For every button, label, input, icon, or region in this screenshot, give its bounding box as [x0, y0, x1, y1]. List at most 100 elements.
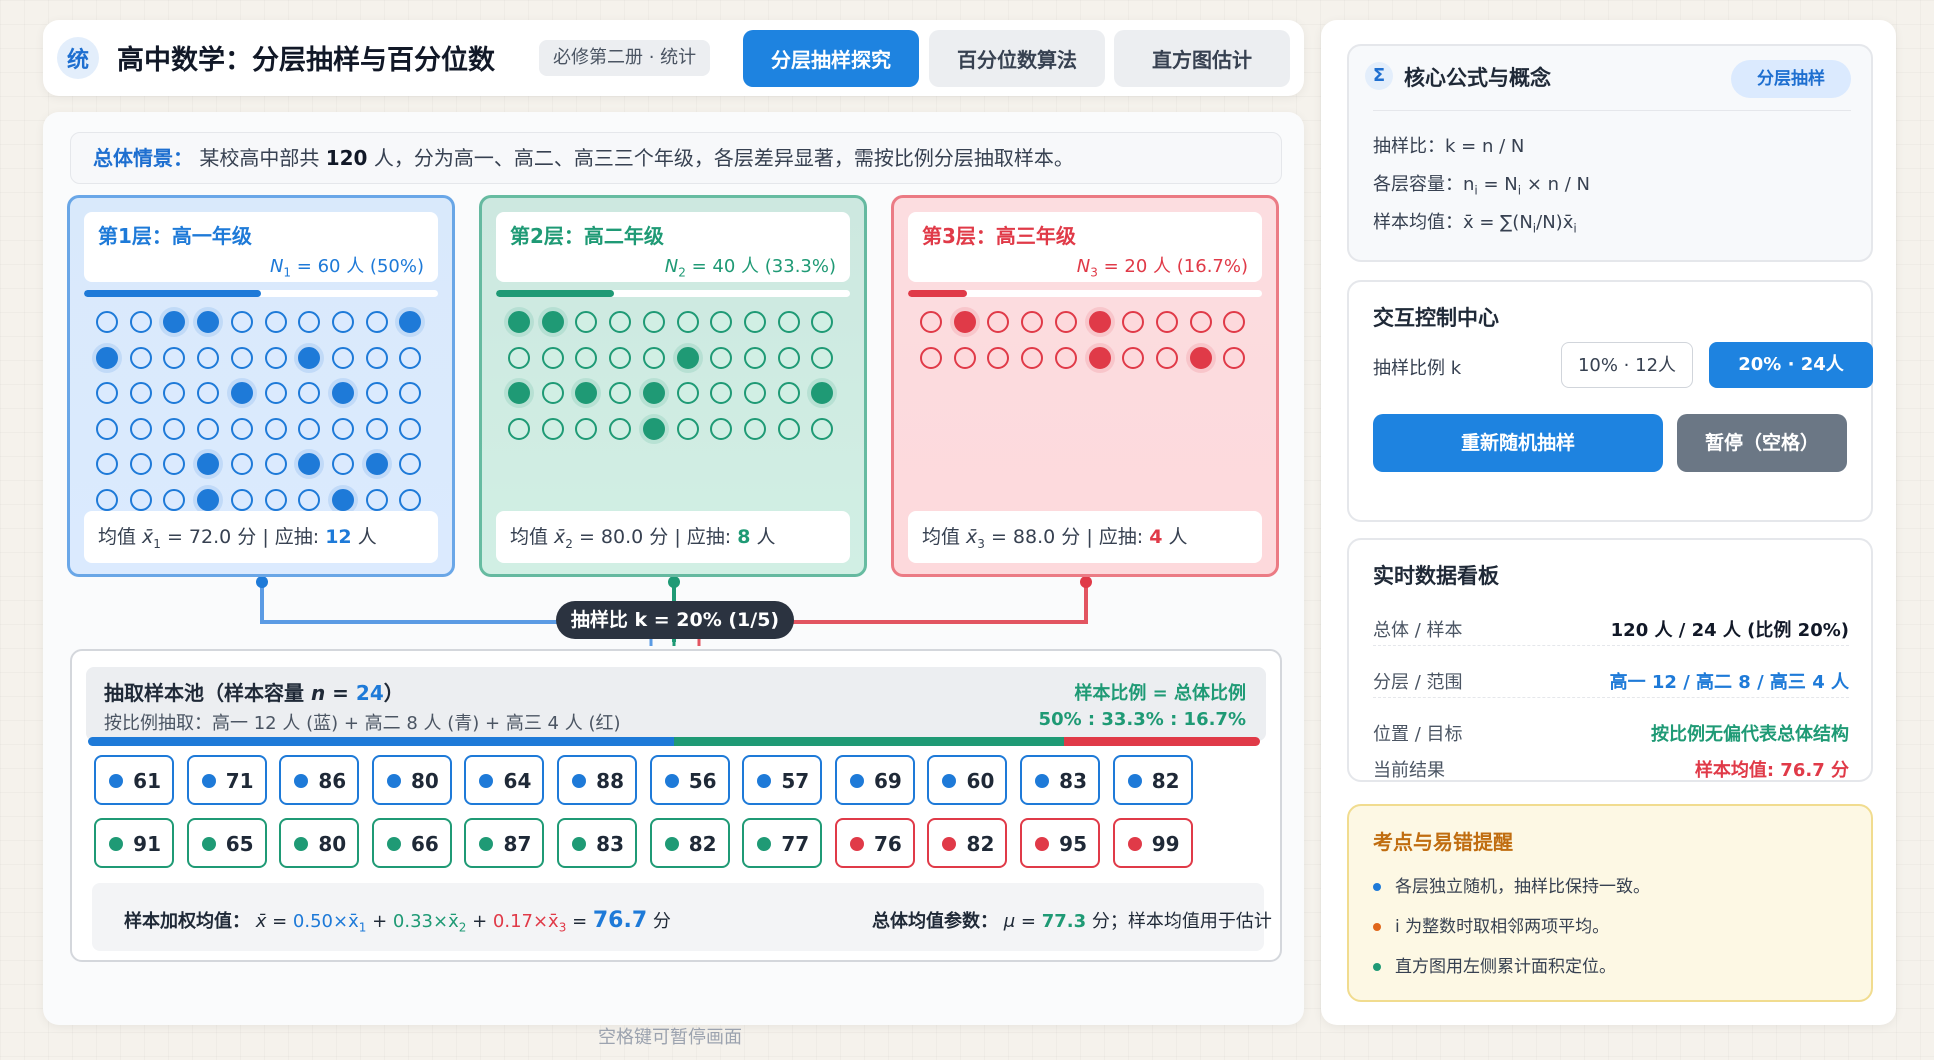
pop-mu: μ	[1003, 911, 1016, 932]
sample-chip: 91	[94, 818, 174, 868]
population-dot	[508, 417, 530, 440]
population-dot	[331, 346, 354, 369]
population-dot	[1122, 346, 1145, 369]
chip-dot	[386, 837, 401, 851]
population-dot	[508, 346, 530, 369]
population-dot	[676, 346, 699, 369]
chip-dot	[201, 774, 216, 788]
population-dot	[365, 417, 388, 440]
layer-count-var: N	[664, 256, 679, 277]
layer-draw-count: 4	[1149, 526, 1163, 548]
population-dot	[508, 311, 530, 333]
pool-bar-blue	[88, 737, 674, 746]
dashboard-value: 按比例无偏代表总体结构	[1651, 724, 1849, 745]
right-sidebar: Σ 核心公式与概念 分层抽样 抽样比：k = n / N 各层容量：ni = N…	[1321, 20, 1896, 1025]
chip-value: 80	[318, 832, 347, 856]
layer-count: N1 = 60 人 (50%)	[270, 252, 424, 280]
population-dot	[920, 346, 942, 369]
tab-stratified-sampling[interactable]: 分层抽样探究	[743, 30, 919, 87]
population-dot	[230, 346, 253, 369]
controls-title: 交互控制中心	[1373, 306, 1499, 330]
population-dot	[575, 311, 598, 333]
sample-chip: 82	[649, 818, 730, 868]
pool-footer: 样本加权均值： x̄ = 0.50×x̄1 + 0.33×x̄2 + 0.17×…	[92, 883, 1272, 951]
population-dot	[163, 382, 186, 404]
tab-histogram[interactable]: 直方图估计	[1114, 30, 1290, 87]
layer-count-text: = 60 人 (50%)	[291, 256, 424, 277]
layer-mean-sub: 1	[153, 536, 161, 551]
f2b: = N	[1477, 174, 1518, 195]
sample-chip: 56	[649, 755, 730, 805]
pool-title-eq: =	[325, 681, 356, 705]
chip-value: 91	[133, 832, 161, 856]
sample-chip: 82	[927, 818, 1008, 868]
resample-button[interactable]: 重新随机抽样	[1373, 414, 1663, 472]
layer-proportion-bar	[908, 290, 1262, 297]
weighted-mean: 样本加权均值： x̄ = 0.50×x̄1 + 0.33×x̄2 + 0.17×…	[124, 907, 671, 935]
chip-value: 86	[318, 769, 347, 793]
chip-dot	[1127, 837, 1142, 851]
layer-title: 第3层：高三年级	[922, 224, 1076, 248]
layer-footer: 均值 x̄3 = 88.0 分 | 应抽: 4 人	[908, 511, 1262, 563]
tips-title: 考点与易错提醒	[1373, 830, 1513, 854]
layer-mean-text: = 72.0 分 | 应抽:	[160, 526, 326, 548]
layer-proportion-bar	[84, 290, 438, 297]
weighted-x: x̄	[255, 911, 267, 932]
pool-title-text: 抽取样本池（样本容量	[104, 681, 311, 705]
population-dot	[163, 346, 186, 369]
tip-text: 直方图用左侧累计面积定位。	[1395, 957, 1616, 977]
population-dot	[197, 311, 220, 333]
chip-value: 66	[410, 832, 439, 856]
chip-dot	[572, 837, 586, 851]
chip-value: 83	[596, 832, 624, 856]
pause-button[interactable]: 暂停（空格）	[1677, 414, 1847, 472]
formula-layer-size: 各层容量：ni = Ni × n / N	[1373, 170, 1590, 198]
population-dot	[743, 346, 766, 369]
connector-dot-1	[256, 576, 268, 588]
chip-value: 82	[966, 832, 995, 856]
population-dot	[676, 417, 699, 440]
layer-count: N2 = 40 人 (33.3%)	[665, 252, 836, 280]
population-dot	[953, 311, 976, 333]
chip-value: 71	[225, 769, 254, 793]
population-dot	[1021, 346, 1044, 369]
population-dot	[96, 488, 118, 511]
chip-dot	[109, 837, 123, 851]
data-dashboard: 实时数据看板 总体 / 样本 120 人 / 24 人 (比例 20%) 分层 / …	[1347, 538, 1873, 782]
dashboard-row: 总体 / 样本 120 人 / 24 人 (比例 20%)	[1373, 606, 1849, 646]
f3b: /N)x̄	[1536, 212, 1574, 233]
population-dot	[399, 488, 422, 511]
sample-chip: 60	[927, 755, 1008, 805]
population-dot	[1155, 346, 1178, 369]
population-dot	[298, 417, 321, 440]
k-10-button[interactable]: 10% · 12人	[1561, 342, 1693, 388]
tab-percentile[interactable]: 百分位数算法	[929, 30, 1105, 87]
population-dot	[197, 346, 220, 369]
population-dot	[541, 346, 564, 369]
population-dot	[264, 382, 287, 404]
population-dot	[399, 346, 422, 369]
population-dot	[264, 346, 287, 369]
population-dot	[1088, 311, 1111, 333]
chip-value: 99	[1151, 832, 1180, 856]
chip-value: 57	[781, 769, 810, 793]
f3a: 样本均值：x̄ = ∑(N	[1373, 212, 1533, 233]
tip-bullet-icon	[1373, 883, 1381, 891]
chip-value: 77	[781, 832, 810, 856]
chip-dot	[572, 774, 586, 788]
pool-title-close: ）	[383, 681, 404, 705]
formula-sample-mean: 样本均值：x̄ = ∑(Ni/N)x̄i	[1373, 208, 1577, 236]
k-20-button[interactable]: 20% · 24人	[1709, 342, 1873, 388]
chip-value: 76	[873, 832, 902, 856]
population-dot	[230, 453, 253, 475]
population-dot	[1223, 311, 1246, 333]
sampling-ratio-pill: 抽样比 k = 20% (1/5)	[556, 601, 794, 639]
population-dot	[710, 382, 733, 404]
formula-tag[interactable]: 分层抽样	[1731, 60, 1851, 98]
population-dot	[642, 417, 665, 440]
control-center: 交互控制中心 抽样比例 k 10% · 12人 20% · 24人 重新随机抽样…	[1347, 280, 1873, 522]
sample-chip: 76	[834, 818, 915, 868]
population-dot	[399, 417, 422, 440]
dashboard-key: 总体 / 样本	[1373, 620, 1463, 641]
population-dot	[129, 417, 152, 440]
